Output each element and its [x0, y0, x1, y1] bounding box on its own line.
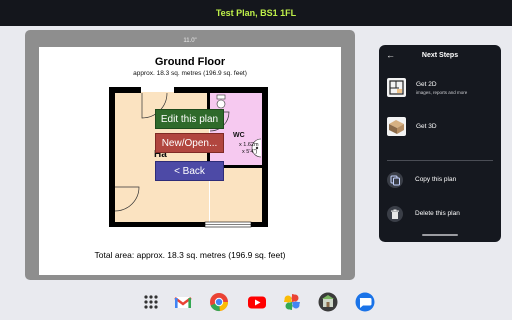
wc-dims-metric: x 1.62m	[239, 142, 259, 148]
planner-app-icon[interactable]	[318, 292, 338, 312]
plan-name: Test Plan, BS1 1FL	[215, 8, 297, 18]
app-grid-icon[interactable]	[141, 292, 161, 312]
new-open-button[interactable]: New/Open...	[155, 133, 224, 153]
delete-plan-action[interactable]: Delete this plan	[387, 206, 497, 226]
gmail-icon[interactable]	[173, 292, 193, 312]
title-bar: Test Plan, BS1 1FL	[0, 0, 512, 26]
youtube-icon[interactable]	[247, 292, 267, 312]
floorplan-2d-icon	[387, 78, 406, 97]
get-2d-sublabel: images, reports and more	[416, 90, 468, 95]
next-steps-title: Next Steps	[421, 52, 459, 59]
floorplan-3d-icon	[387, 117, 406, 136]
total-area: Total area: approx. 18.3 sq. metres (196…	[94, 250, 286, 260]
trash-icon	[387, 206, 403, 222]
get-2d-option[interactable]: Get 2D images, reports and more	[387, 78, 497, 104]
back-button[interactable]: < Back	[155, 161, 224, 181]
panel-divider	[387, 160, 493, 161]
edit-plan-button[interactable]: Edit this plan	[155, 109, 224, 129]
panel-drag-handle[interactable]	[422, 234, 458, 236]
app-dock	[0, 288, 512, 320]
messages-icon[interactable]	[355, 292, 375, 312]
floor-title: Ground Floor	[154, 56, 226, 68]
wc-label: WC	[233, 132, 245, 139]
floor-area-subtitle: approx. 18.3 sq. metres (196.9 sq. feet)	[133, 70, 247, 77]
wc-dims-imperial: x 5'4")	[242, 149, 257, 155]
next-steps-panel: ← Next Steps Get 2D images, reports and …	[379, 45, 501, 242]
photos-icon[interactable]	[282, 292, 302, 312]
get-2d-label: Get 2D	[416, 81, 437, 88]
copy-plan-action[interactable]: Copy this plan	[387, 172, 497, 192]
dimension-label: 11.0"	[183, 38, 197, 44]
get-3d-option[interactable]: Get 3D	[387, 117, 497, 143]
copy-plan-label: Copy this plan	[415, 176, 457, 183]
copy-icon	[387, 172, 403, 188]
chrome-icon[interactable]	[209, 292, 229, 312]
plan-canvas[interactable]: 11.0" Ground Floor approx. 18.3 sq. metr…	[25, 30, 355, 280]
delete-plan-label: Delete this plan	[415, 210, 460, 217]
get-3d-label: Get 3D	[416, 123, 437, 130]
